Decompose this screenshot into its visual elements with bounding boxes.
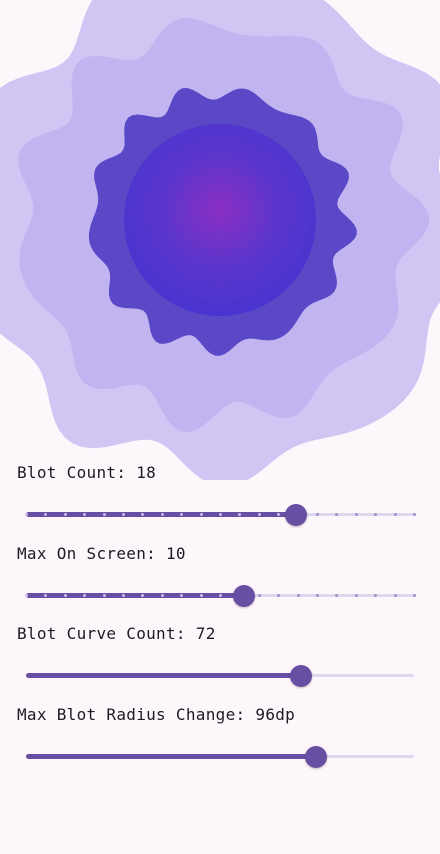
slider-tick (219, 513, 222, 516)
slider-tick (296, 594, 300, 597)
slider-tick (219, 594, 222, 597)
max-blot-radius-change-label: Max Blot Radius Change: 96dp (17, 705, 296, 724)
slider-tick (199, 594, 203, 597)
blot-count-control: Blot Count: 18 (0, 463, 440, 543)
slider-tick (160, 513, 164, 516)
blot-core (124, 124, 316, 316)
slider-tick (122, 594, 125, 597)
slider-tick (354, 594, 358, 597)
slider-thumb[interactable] (290, 665, 313, 687)
slider-tick (413, 594, 416, 597)
blot-curve-count-control: Blot Curve Count: 72 (0, 624, 440, 704)
max-on-screen-label: Max On Screen: 10 (17, 544, 186, 563)
blot-count-label: Blot Count: 18 (17, 463, 157, 482)
max-on-screen-control: Max On Screen: 10 (0, 544, 440, 624)
slider-tick (102, 513, 106, 516)
slider-tick (393, 594, 397, 597)
max-blot-radius-change-control: Max Blot Radius Change: 96dp (0, 705, 440, 785)
slider-thumb[interactable] (284, 504, 307, 526)
blot-curve-count-slider[interactable] (26, 662, 414, 690)
blot-canvas (0, 0, 440, 480)
slider-tick (122, 513, 125, 516)
slider-track-active (26, 754, 317, 759)
slider-tick (257, 513, 261, 516)
slider-tick (63, 513, 67, 516)
slider-tick (413, 513, 416, 516)
slider-tick (160, 594, 164, 597)
slider-track-active (26, 673, 302, 678)
slider-tick (25, 594, 28, 597)
slider-tick (316, 513, 319, 516)
slider-tick (316, 594, 319, 597)
slider-tick (393, 513, 397, 516)
blot-curve-count-label: Blot Curve Count: 72 (17, 624, 216, 643)
slider-tick (63, 594, 67, 597)
slider-tick (102, 594, 106, 597)
slider-thumb[interactable] (305, 746, 328, 768)
max-on-screen-slider[interactable] (25, 582, 416, 610)
slider-thumb[interactable] (232, 585, 255, 607)
slider-tick (257, 594, 261, 597)
slider-track-active (26, 593, 244, 598)
max-blot-radius-change-slider[interactable] (26, 743, 414, 771)
slider-tick (25, 513, 28, 516)
slider-tick (199, 513, 203, 516)
slider-tick (354, 513, 358, 516)
blot-count-slider[interactable] (25, 501, 416, 529)
